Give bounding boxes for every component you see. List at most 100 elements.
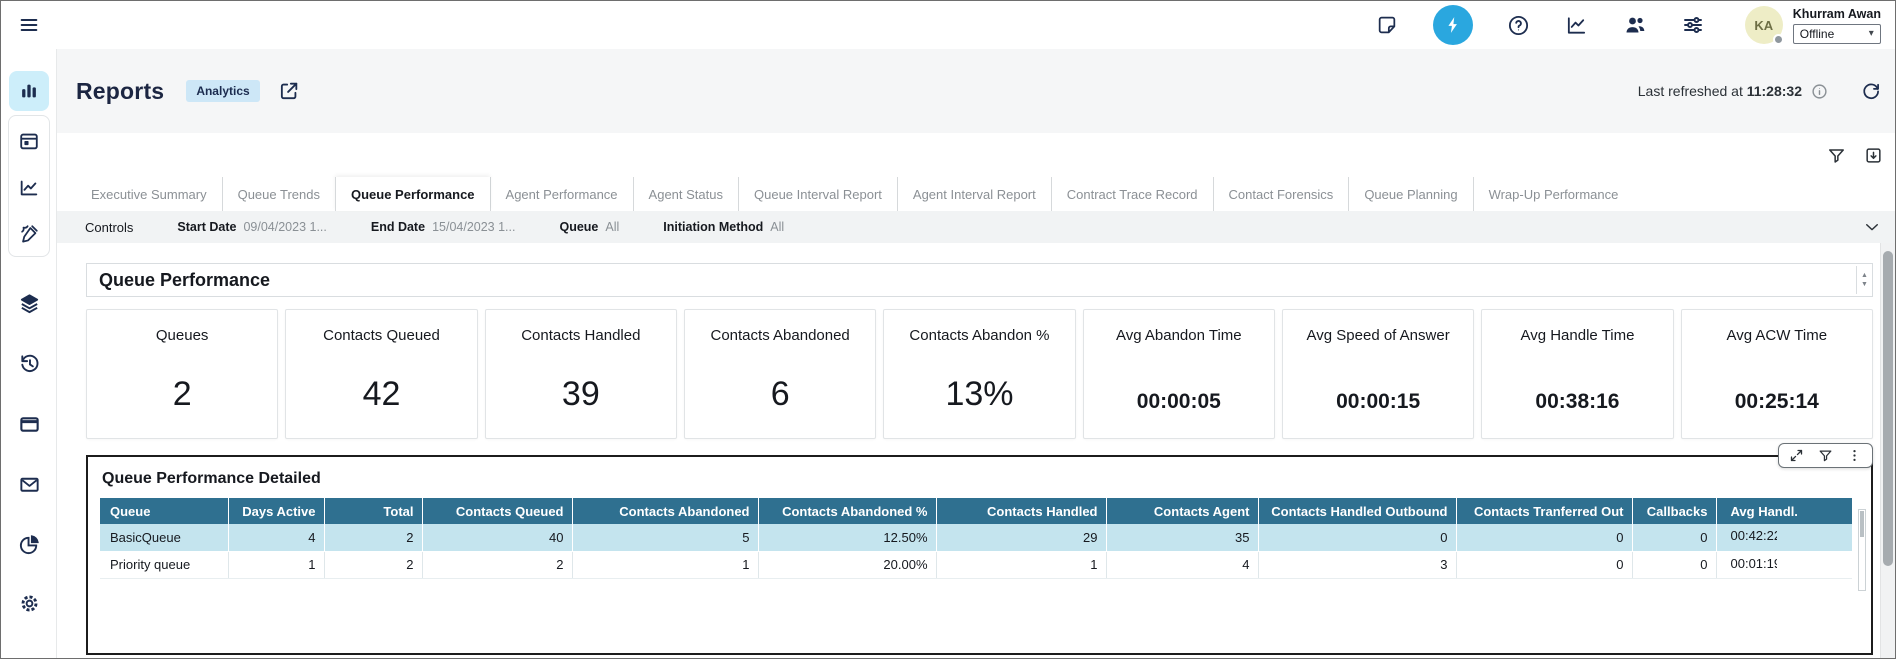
line-chart-icon <box>18 177 40 199</box>
sidebar-item-reports-pie[interactable] <box>9 524 49 564</box>
design-tools-icon <box>18 223 40 245</box>
col-avg-handle[interactable]: Avg Handl. <box>1716 498 1852 524</box>
controls-bar: Controls Start Date 09/04/2023 1... End … <box>57 211 1895 243</box>
calendar-icon <box>18 130 40 152</box>
queue-performance-detailed-widget: Queue Performance Detailed Queue Days Ac… <box>86 455 1873 655</box>
col-contacts-tranferred-out[interactable]: Contacts Tranferred Out <box>1456 498 1632 524</box>
kpi-card-contacts-abandon-pct: Contacts Abandon % 13% <box>883 309 1075 439</box>
external-link-icon[interactable] <box>278 80 300 102</box>
tab-wrap-up-performance[interactable]: Wrap-Up Performance <box>1473 177 1634 211</box>
sidebar-item-browser[interactable] <box>9 404 49 444</box>
control-queue[interactable]: Queue All <box>559 220 619 234</box>
sidebar <box>1 49 57 659</box>
widget-scrollbar[interactable] <box>1858 509 1866 591</box>
analytics-badge: Analytics <box>186 80 259 102</box>
col-contacts-abandoned[interactable]: Contacts Abandoned <box>572 498 758 524</box>
chevron-down-icon: ▾ <box>1869 28 1874 39</box>
table-row-priority-queue[interactable]: Priority queue 1 2 2 1 20.00% 1 4 3 0 0 <box>100 551 1852 578</box>
col-total[interactable]: Total <box>324 498 422 524</box>
avatar[interactable]: KA <box>1745 6 1783 44</box>
info-icon[interactable] <box>1811 83 1828 100</box>
section-header: Queue Performance ▲▼ <box>86 263 1873 297</box>
tab-agent-interval-report[interactable]: Agent Interval Report <box>897 177 1051 211</box>
page-scrollbar[interactable] <box>1880 243 1895 659</box>
tab-agent-status[interactable]: Agent Status <box>633 177 738 211</box>
tab-queue-performance[interactable]: Queue Performance <box>335 177 490 211</box>
controls-label: Controls <box>85 220 133 235</box>
col-queue[interactable]: Queue <box>100 498 228 524</box>
tab-queue-trends[interactable]: Queue Trends <box>222 177 335 211</box>
sidebar-item-modules[interactable] <box>9 283 49 323</box>
main-area: Reports Analytics Last refreshed at 11:2… <box>57 49 1895 659</box>
report-tabs: Executive Summary Queue Trends Queue Per… <box>57 177 1895 211</box>
kpi-card-contacts-abandoned: Contacts Abandoned 6 <box>684 309 876 439</box>
report-toolbar <box>57 133 1895 177</box>
col-contacts-handled-outbound[interactable]: Contacts Handled Outbound <box>1258 498 1456 524</box>
stepper-up-icon: ▲ <box>1861 272 1868 279</box>
control-initiation-method[interactable]: Initiation Method All <box>663 220 784 234</box>
page-header: Reports Analytics Last refreshed at 11:2… <box>57 49 1895 133</box>
topbar-actions: KA Khurram Awan Offline ▾ <box>1375 5 1895 45</box>
settings-sliders-icon[interactable] <box>1681 13 1705 37</box>
kpi-card-avg-handle-time: Avg Handle Time 00:38:16 <box>1481 309 1673 439</box>
table-row-basicqueue[interactable]: BasicQueue 4 2 40 5 12.50% 29 35 0 0 0 <box>100 524 1852 551</box>
user-name: Khurram Awan <box>1793 7 1881 21</box>
menu-icon[interactable] <box>12 8 46 42</box>
col-callbacks[interactable]: Callbacks <box>1632 498 1716 524</box>
queue-performance-table: Queue Days Active Total Contacts Queued … <box>100 498 1853 579</box>
col-days-active[interactable]: Days Active <box>228 498 324 524</box>
section-title: Queue Performance <box>99 270 270 291</box>
sidebar-item-history[interactable] <box>9 343 49 383</box>
stepper-down-icon: ▼ <box>1861 281 1868 288</box>
filter-icon[interactable] <box>1827 146 1846 165</box>
users-icon[interactable] <box>1623 13 1647 37</box>
user-cluster: KA Khurram Awan Offline ▾ <box>1745 6 1881 44</box>
tab-queue-planning[interactable]: Queue Planning <box>1348 177 1472 211</box>
page-scrollbar-thumb[interactable] <box>1883 251 1893 566</box>
download-icon[interactable] <box>1864 146 1883 165</box>
avatar-initials: KA <box>1754 18 1773 33</box>
sidebar-item-trends[interactable] <box>9 168 49 208</box>
sidebar-item-schedule[interactable] <box>9 121 49 161</box>
col-contacts-agent[interactable]: Contacts Agent <box>1106 498 1258 524</box>
kpi-card-contacts-queued: Contacts Queued 42 <box>285 309 477 439</box>
tab-queue-interval-report[interactable]: Queue Interval Report <box>738 177 897 211</box>
widget-filter-icon[interactable] <box>1818 448 1833 463</box>
tab-contract-trace-record[interactable]: Contract Trace Record <box>1051 177 1213 211</box>
sidebar-item-settings[interactable] <box>9 583 49 623</box>
top-bar: KA Khurram Awan Offline ▾ <box>1 1 1895 49</box>
refresh-icon[interactable] <box>1861 81 1881 101</box>
col-contacts-abandoned-pct[interactable]: Contacts Abandoned % <box>758 498 936 524</box>
last-refreshed-text: Last refreshed at 11:28:32 <box>1638 83 1802 99</box>
sidebar-item-analytics[interactable] <box>9 71 49 111</box>
col-contacts-handled[interactable]: Contacts Handled <box>936 498 1106 524</box>
control-start-date[interactable]: Start Date 09/04/2023 1... <box>177 220 326 234</box>
report-content: Queue Performance ▲▼ Queues 2 Contacts Q… <box>57 243 1895 655</box>
tab-agent-performance[interactable]: Agent Performance <box>490 177 633 211</box>
app-window: KA Khurram Awan Offline ▾ <box>0 0 1896 659</box>
tab-contact-forensics[interactable]: Contact Forensics <box>1213 177 1349 211</box>
sidebar-item-design[interactable] <box>9 214 49 254</box>
realtime-metrics-icon[interactable] <box>1433 5 1473 45</box>
sidebar-item-mail[interactable] <box>9 464 49 504</box>
metrics-chart-icon[interactable] <box>1565 13 1589 37</box>
kebab-menu-icon[interactable] <box>1847 448 1862 463</box>
widget-toolbar <box>1778 443 1873 468</box>
expand-icon[interactable] <box>1789 448 1804 463</box>
notes-icon[interactable] <box>1375 13 1399 37</box>
controls-collapse-chevron-icon[interactable] <box>1863 218 1881 236</box>
table-header-row: Queue Days Active Total Contacts Queued … <box>100 498 1852 524</box>
kpi-card-avg-abandon-time: Avg Abandon Time 00:00:05 <box>1083 309 1275 439</box>
status-dot <box>1773 34 1784 45</box>
status-select[interactable]: Offline ▾ <box>1793 24 1881 44</box>
tab-executive-summary[interactable]: Executive Summary <box>76 177 222 211</box>
kpi-card-avg-speed-of-answer: Avg Speed of Answer 00:00:15 <box>1282 309 1474 439</box>
layers-icon <box>18 292 41 315</box>
section-stepper[interactable]: ▲▼ <box>1856 266 1872 294</box>
help-icon[interactable] <box>1507 13 1531 37</box>
widget-title: Queue Performance Detailed <box>102 470 1859 488</box>
control-end-date[interactable]: End Date 15/04/2023 1... <box>371 220 516 234</box>
pie-chart-icon <box>18 533 41 556</box>
col-contacts-queued[interactable]: Contacts Queued <box>422 498 572 524</box>
envelope-icon <box>18 473 41 496</box>
